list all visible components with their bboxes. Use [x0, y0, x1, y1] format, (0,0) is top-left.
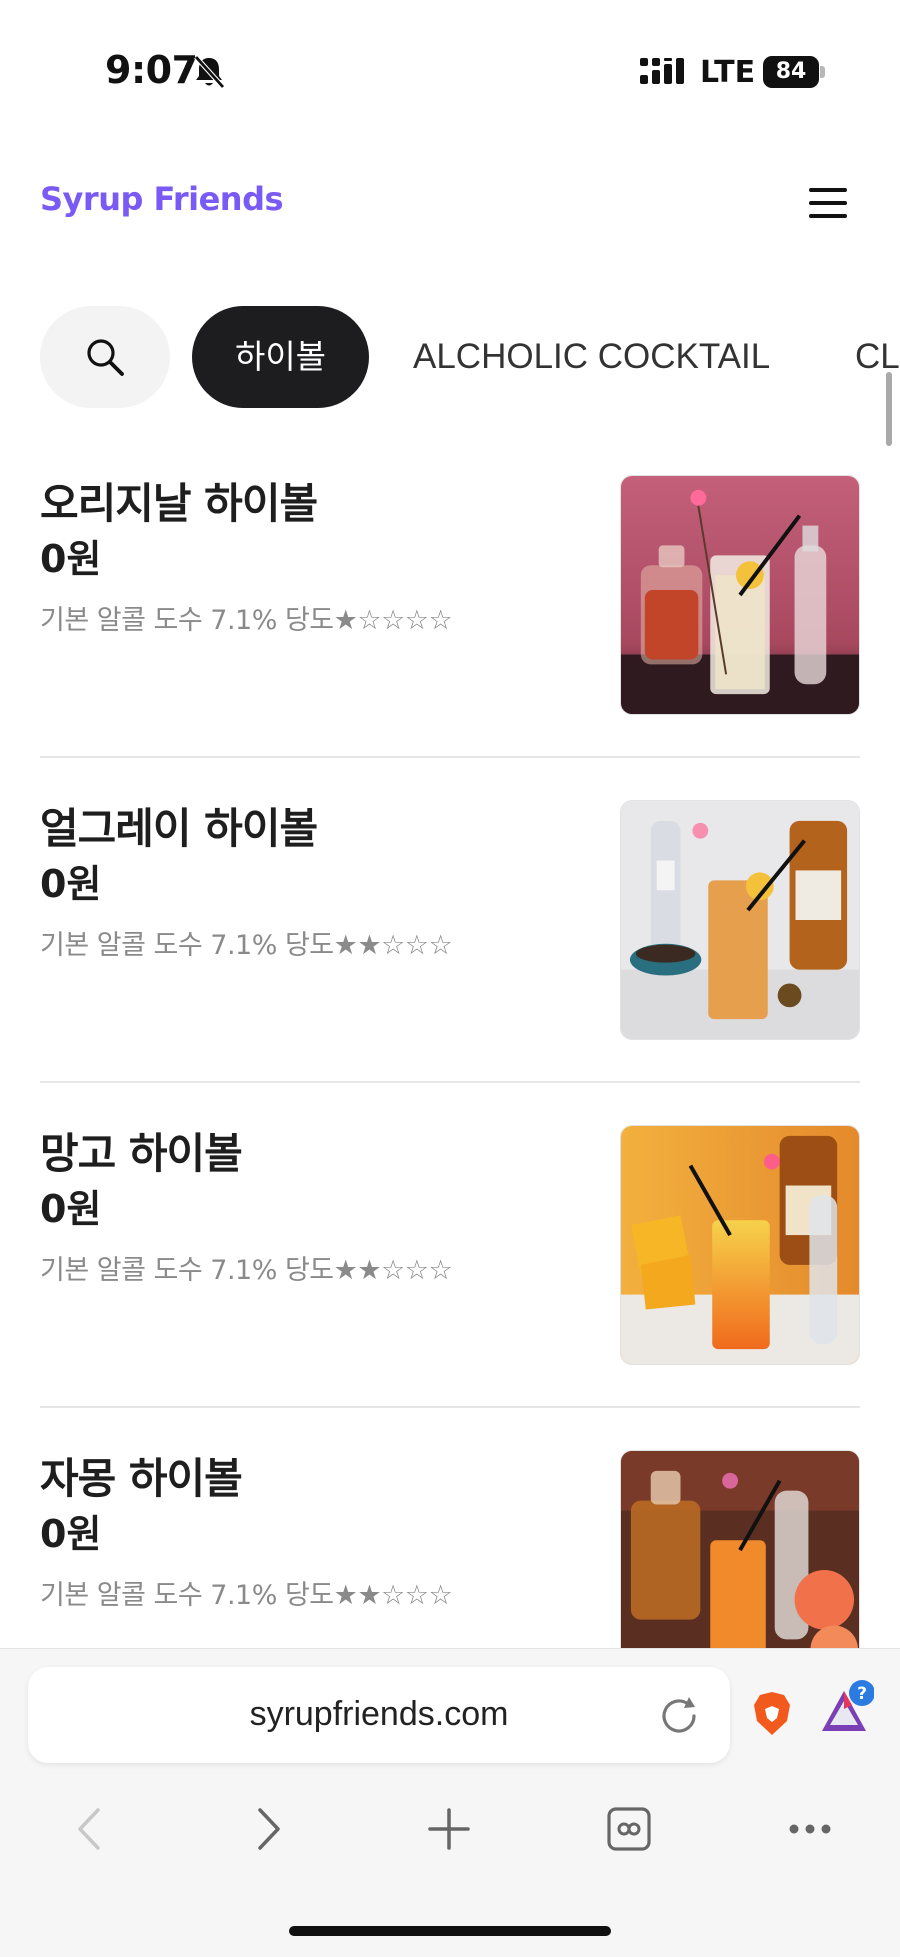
tab-alcoholic-cocktail[interactable]: ALCHOLIC COCKTAIL	[413, 306, 770, 408]
rewards-badge: ?	[857, 1684, 867, 1704]
back-icon[interactable]	[72, 1804, 108, 1854]
brave-shield-icon[interactable]	[750, 1691, 794, 1737]
category-tabs: 하이볼 ALCHOLIC COCKTAIL CL	[0, 306, 900, 408]
home-indicator	[289, 1926, 611, 1936]
product-item[interactable]: 얼그레이 하이볼 0원 기본 알콜 도수 7.1% 당도★★☆☆☆	[40, 795, 860, 1120]
brave-rewards-icon[interactable]: ?	[822, 1679, 874, 1737]
product-item[interactable]: 망고 하이볼 0원 기본 알콜 도수 7.1% 당도★★☆☆☆	[40, 1120, 860, 1445]
cellular-signal-icon	[640, 58, 684, 84]
product-description: 기본 알콜 도수 7.1% 당도★★☆☆☆	[40, 1255, 453, 1286]
product-description: 기본 알콜 도수 7.1% 당도★★☆☆☆	[40, 930, 453, 961]
product-item[interactable]: 오리지날 하이볼 0원 기본 알콜 도수 7.1% 당도★☆☆☆☆	[40, 470, 860, 795]
divider	[40, 1406, 860, 1408]
url-text[interactable]: syrupfriends.com	[28, 1695, 730, 1734]
search-button[interactable]	[40, 306, 170, 408]
product-item[interactable]: 자몽 하이볼 0원 기본 알콜 도수 7.1% 당도★★☆☆☆	[40, 1445, 860, 1648]
product-image	[620, 475, 860, 715]
forward-icon[interactable]	[250, 1804, 286, 1854]
product-image	[620, 1125, 860, 1365]
product-name: 자몽 하이볼	[40, 1454, 243, 1503]
network-type: LTE	[700, 55, 756, 90]
product-price: 0원	[40, 1187, 102, 1231]
status-bar: 9:07 LTE 84	[0, 0, 900, 130]
product-price: 0원	[40, 1512, 102, 1556]
product-description: 기본 알콜 도수 7.1% 당도★★☆☆☆	[40, 1580, 453, 1611]
product-price: 0원	[40, 537, 102, 581]
browser-toolbar: syrupfriends.com ?	[0, 1648, 900, 1957]
address-bar[interactable]: syrupfriends.com	[28, 1667, 730, 1763]
tab-cl[interactable]: CL	[855, 306, 900, 408]
status-time: 9:07	[105, 48, 198, 92]
search-icon	[87, 339, 124, 376]
product-price: 0원	[40, 862, 102, 906]
product-image	[620, 800, 860, 1040]
product-name: 얼그레이 하이볼	[40, 804, 318, 853]
hamburger-icon	[809, 188, 847, 192]
tab-highball[interactable]: 하이볼	[192, 306, 369, 408]
battery-icon: 84	[763, 56, 825, 88]
scrollbar[interactable]	[886, 372, 892, 446]
tabs-icon[interactable]	[605, 1804, 653, 1854]
reload-icon[interactable]	[658, 1695, 700, 1737]
product-list: 오리지날 하이볼 0원 기본 알콜 도수 7.1% 당도★☆☆☆☆ 얼그레이 하…	[0, 470, 900, 1648]
battery-level: 84	[763, 56, 819, 88]
brand-logo[interactable]: Syrup Friends	[40, 180, 284, 218]
new-tab-icon[interactable]	[426, 1804, 472, 1854]
divider	[40, 756, 860, 758]
bell-muted-icon	[194, 55, 225, 89]
product-description: 기본 알콜 도수 7.1% 당도★☆☆☆☆	[40, 605, 453, 636]
product-image	[620, 1450, 860, 1648]
product-name: 망고 하이볼	[40, 1129, 243, 1178]
product-name: 오리지날 하이볼	[40, 479, 318, 528]
divider	[40, 1081, 860, 1083]
more-icon[interactable]	[786, 1804, 834, 1854]
menu-button[interactable]	[806, 186, 850, 220]
